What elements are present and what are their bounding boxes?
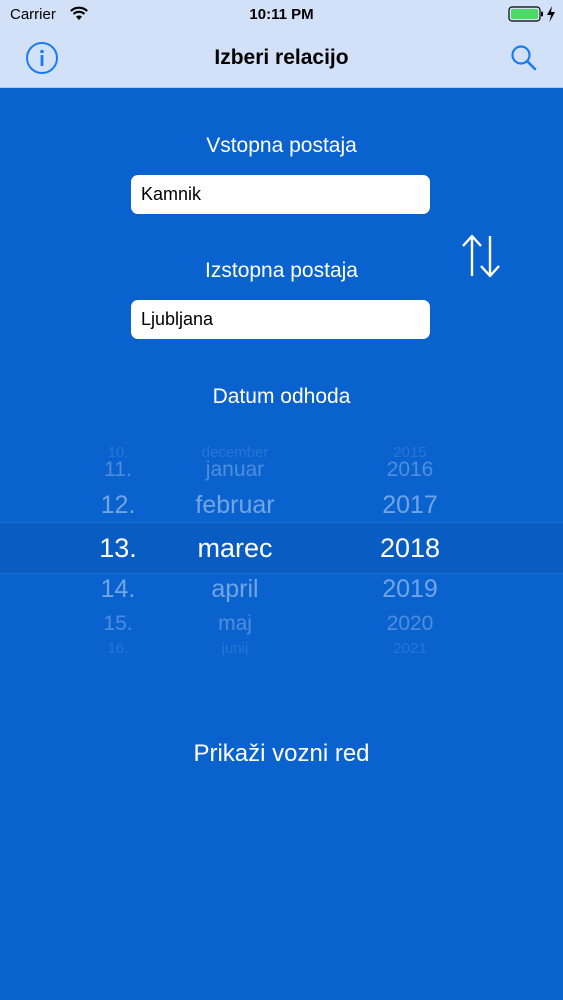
picker-month: april <box>211 575 259 603</box>
charging-icon <box>546 5 556 27</box>
picker-row[interactable]: 16. junij 2021 <box>0 640 563 655</box>
picker-day: 12. <box>100 491 136 519</box>
clock: 10:11 PM <box>249 6 314 23</box>
picker-month: maj <box>218 612 252 635</box>
show-timetable-button[interactable]: Prikaži vozni red <box>0 740 563 776</box>
picker-year: 2018 <box>379 533 441 563</box>
picker-year: 2016 <box>386 458 434 481</box>
picker-row[interactable]: 14. april 2019 <box>0 575 563 605</box>
picker-day: 14. <box>100 575 136 603</box>
picker-row[interactable]: 12. februar 2017 <box>0 491 563 521</box>
picker-month: januar <box>205 458 265 481</box>
picker-row-selected[interactable]: 13. marec 2018 <box>0 533 563 563</box>
arrival-station-label: Izstopna postaja <box>205 259 358 282</box>
search-button[interactable] <box>508 42 540 74</box>
status-bar: Carrier 10:11 PM <box>0 0 563 30</box>
navigation-bar: Izberi relacijo <box>0 30 563 88</box>
search-icon <box>511 45 537 71</box>
picker-row[interactable]: 11. januar 2016 <box>0 458 563 488</box>
arrival-station-input[interactable] <box>131 300 430 339</box>
battery-icon <box>508 5 544 27</box>
picker-year: 2020 <box>386 612 434 635</box>
picker-row[interactable]: 15. maj 2020 <box>0 612 563 642</box>
picker-day: 15. <box>103 612 133 635</box>
page-title: Izberi relacijo <box>214 46 349 69</box>
picker-month: februar <box>195 491 275 519</box>
departure-station-input[interactable] <box>131 175 430 214</box>
picker-month: junij <box>221 640 249 655</box>
departure-date-label: Datum odhoda <box>212 385 351 408</box>
picker-year: 2017 <box>382 491 438 519</box>
date-picker[interactable]: 10. december 2015 11. januar 2016 12. fe… <box>0 440 563 655</box>
picker-day: 13. <box>99 533 137 563</box>
picker-year: 2021 <box>393 640 427 655</box>
picker-day: 11. <box>104 458 132 481</box>
departure-station-label: Vstopna postaja <box>206 134 357 157</box>
picker-day: 16. <box>107 640 129 655</box>
picker-year: 2019 <box>382 575 438 603</box>
picker-month: marec <box>197 533 273 563</box>
